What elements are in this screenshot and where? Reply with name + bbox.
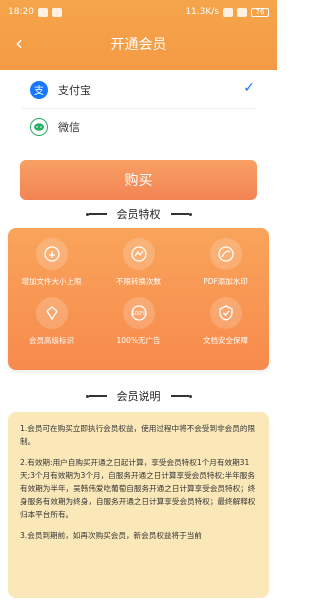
watermark-icon	[209, 238, 242, 270]
unlimited-icon	[122, 238, 155, 270]
decor-dash-icon	[85, 394, 107, 398]
payment-label-wechat: 微信	[58, 121, 80, 134]
decor-dash-icon	[85, 212, 107, 216]
svg-text:支: 支	[34, 85, 44, 96]
notes-section-title: 会员说明	[0, 388, 277, 404]
notes-card: 1.会员可在购买立即执行会员权益，使用过程中将不会受到非会员的限制。 2.有效期…	[8, 412, 269, 598]
battery-icon: 76	[251, 7, 269, 17]
privilege-label: PDF添加水印	[203, 277, 248, 286]
file-size-icon	[35, 238, 68, 270]
decor-dash-icon	[170, 394, 192, 398]
privilege-label: 增加文件大小上限	[21, 277, 82, 286]
privilege-item: 增加文件大小上限	[8, 238, 95, 287]
payment-option-alipay[interactable]: 支 支付宝 ✓	[0, 72, 277, 108]
status-time: 18:20	[8, 7, 34, 17]
nav-bar: ‹ 开通会员	[0, 30, 277, 58]
notes-title: 会员说明	[116, 390, 161, 403]
notification-icon	[51, 7, 62, 17]
privileges-section-title: 会员特权	[0, 206, 277, 222]
privilege-label: 100%无广告	[116, 336, 161, 345]
premium-badge-icon	[35, 297, 68, 329]
decor-dash-icon	[170, 212, 192, 216]
privilege-item: PDF添加水印	[182, 238, 269, 287]
wechat-icon	[30, 118, 48, 136]
note-paragraph: 2.有效期:用户自购买开通之日起计算，享受会员特权1个月有效期31天;3个月有效…	[20, 458, 256, 519]
security-shield-icon	[209, 297, 242, 329]
notification-icon	[37, 7, 48, 17]
privilege-label: 会员高级标识	[29, 336, 74, 345]
checkmark-icon: ✓	[243, 80, 255, 96]
privilege-item: 会员高级标识	[8, 297, 95, 346]
header-bar: 18:20 11.3K/s 76 ‹ 开通会员	[0, 0, 277, 70]
payment-label-alipay: 支付宝	[58, 84, 91, 97]
status-bar: 18:20 11.3K/s 76	[8, 4, 269, 20]
no-ads-icon: 100%	[122, 297, 155, 329]
alipay-icon: 支	[30, 81, 48, 99]
signal-icon	[223, 7, 233, 17]
back-arrow-icon[interactable]: ‹	[8, 32, 30, 56]
buy-button[interactable]: 购买	[20, 160, 257, 200]
privileges-card: 增加文件大小上限 不限转换次数 PDF添加水印 会员高级标识 100% 100%…	[8, 228, 269, 370]
payment-option-wechat[interactable]: 微信	[0, 109, 277, 145]
note-paragraph: 1.会员可在购买立即执行会员权益，使用过程中将不会受到非会员的限制。	[20, 424, 256, 446]
privilege-label: 文档安全保障	[203, 336, 248, 345]
network-speed: 11.3K/s	[185, 7, 219, 17]
battery-level: 76	[255, 7, 265, 16]
privilege-item: 100% 100%无广告	[95, 297, 182, 346]
privilege-item: 文档安全保障	[182, 297, 269, 346]
svg-text:100%: 100%	[131, 311, 146, 317]
privilege-item: 不限转换次数	[95, 238, 182, 287]
privilege-label: 不限转换次数	[116, 277, 161, 286]
wifi-icon	[237, 7, 247, 17]
page-title: 开通会员	[110, 37, 167, 53]
note-paragraph: 3.会员到期前，如再次购买会员，新会员权益将于当前	[20, 531, 202, 540]
privileges-title: 会员特权	[116, 208, 161, 221]
